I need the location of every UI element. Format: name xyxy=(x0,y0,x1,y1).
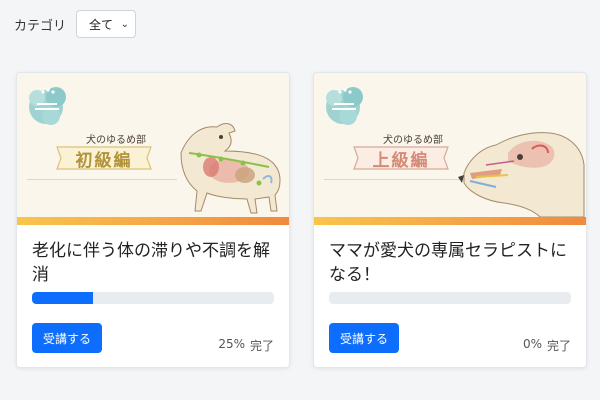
banner-stripe xyxy=(17,217,289,225)
course-title[interactable]: ママが愛犬の専属セラピストになる！ xyxy=(329,239,575,287)
category-select[interactable]: 全て ⌄ xyxy=(76,10,137,38)
progress-percent: 0% xyxy=(522,337,542,351)
progress-status: 完了 xyxy=(249,339,274,353)
banner-stripe xyxy=(314,217,586,225)
logo-icon xyxy=(326,87,363,125)
enroll-button[interactable]: 受講する xyxy=(32,323,102,353)
dog-head-anatomy-illustration xyxy=(458,132,585,217)
progress-text: 0% 完了 xyxy=(523,337,571,354)
course-banner[interactable]: 犬のゆるめ部 上級編 xyxy=(314,73,586,217)
category-selected-value: 全て xyxy=(89,17,114,32)
logo-icon xyxy=(29,87,66,125)
progress-bar xyxy=(32,292,274,304)
progress-text: 25% 完了 xyxy=(218,337,274,354)
enroll-button[interactable]: 受講する xyxy=(329,323,399,353)
category-filter: カテゴリ 全て ⌄ xyxy=(14,10,137,38)
category-label: カテゴリ xyxy=(14,18,67,34)
chevron-down-icon: ⌄ xyxy=(120,18,130,30)
course-card: 犬のゆるめ部 上級編 ママが愛犬の専属セラピストになる！ 受講する 0% 完了 xyxy=(313,72,587,368)
course-banner[interactable]: 犬のゆるめ部 初級編 xyxy=(17,73,289,217)
divider xyxy=(324,179,474,180)
progress-percent: 25% xyxy=(218,337,245,351)
progress-fill xyxy=(32,292,93,304)
course-card: 犬のゆるめ部 初級編 老化に伴う体の滞りや不調を解消 受講する 25% 完了 xyxy=(16,72,290,368)
progress-status: 完了 xyxy=(546,339,571,353)
dog-anatomy-illustration xyxy=(180,123,281,214)
level-badge: 初級編 xyxy=(75,150,133,171)
course-title[interactable]: 老化に伴う体の滞りや不調を解消 xyxy=(32,239,278,287)
divider xyxy=(27,179,177,180)
progress-bar xyxy=(329,292,571,304)
level-badge: 上級編 xyxy=(372,150,430,171)
